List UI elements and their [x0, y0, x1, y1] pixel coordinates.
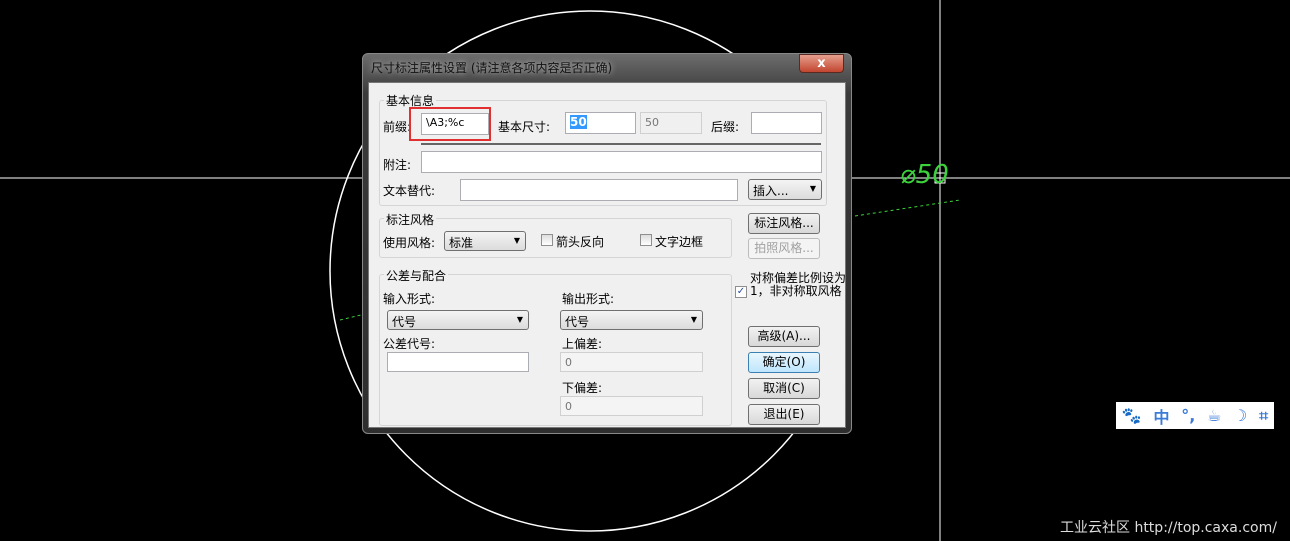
dimension-properties-dialog: 尺寸标注属性设置 (请注意各项内容是否正确) x 基本信息 前缀: \A3;%c…: [362, 53, 852, 434]
arrow-reverse-checkbox[interactable]: [541, 234, 553, 246]
base-size-label: 基本尺寸:: [498, 120, 551, 134]
chinese-mode-icon[interactable]: 中: [1153, 404, 1169, 428]
use-style-label: 使用风格:: [383, 236, 436, 250]
paw-icon[interactable]: 🐾: [1122, 406, 1142, 425]
text-border-label: 文字边框: [655, 235, 704, 249]
text-replace-label: 文本替代:: [383, 184, 436, 198]
input-form-select[interactable]: 代号: [387, 310, 529, 330]
exit-button[interactable]: 退出(E): [748, 404, 820, 425]
style-group-label: 标注风格: [384, 211, 437, 228]
insert-dropdown[interactable]: 插入...: [748, 179, 822, 200]
dialog-title: 尺寸标注属性设置 (请注意各项内容是否正确): [371, 61, 613, 75]
photo-style-button: 拍照风格...: [748, 238, 820, 259]
note-input[interactable]: [421, 151, 822, 173]
use-style-select[interactable]: 标准: [444, 231, 526, 251]
dimension-text: ⌀50: [900, 160, 949, 190]
highlight-box: [409, 107, 491, 141]
punctuation-icon[interactable]: °,: [1181, 406, 1195, 425]
text-replace-input[interactable]: [460, 179, 738, 201]
prefix-label: 前缀:: [383, 120, 412, 134]
arrow-reverse-label: 箭头反向: [556, 235, 605, 249]
symmetric-label: 对称偏差比例设为1，非对称取风格: [750, 271, 847, 298]
symmetric-checkbox[interactable]: ✓: [735, 286, 747, 298]
upper-deviation-input[interactable]: 0: [560, 352, 703, 372]
input-form-label: 输入形式:: [383, 292, 436, 306]
lower-deviation-input[interactable]: 0: [560, 396, 703, 416]
output-form-label: 输出形式:: [562, 292, 615, 306]
cancel-button[interactable]: 取消(C): [748, 378, 820, 399]
watermark: 工业云社区 http://top.caxa.com/: [1060, 520, 1277, 536]
ok-button[interactable]: 确定(O): [748, 352, 820, 373]
base-size-readonly: 50: [640, 112, 702, 134]
separator: [421, 143, 821, 145]
base-size-input[interactable]: 50: [565, 112, 636, 134]
base-size-value: 50: [570, 115, 587, 129]
dialog-body: 基本信息 前缀: \A3;%c 基本尺寸: 50 50 后缀: 附注: 文本替代…: [368, 82, 846, 428]
dim-style-button[interactable]: 标注风格...: [748, 213, 820, 234]
suffix-input[interactable]: [751, 112, 822, 134]
advanced-button[interactable]: 高级(A)...: [748, 326, 820, 347]
upper-deviation-label: 上偏差:: [562, 337, 603, 351]
tolerance-code-label: 公差代号:: [383, 337, 436, 351]
ime-toolbar[interactable]: 🐾 中 °, ☕ ☽ ⌗: [1116, 402, 1274, 429]
toolbox-icon[interactable]: ⌗: [1259, 406, 1268, 426]
tolerance-code-input[interactable]: [387, 352, 529, 372]
suffix-label: 后缀:: [711, 120, 740, 134]
dimension-line: [854, 199, 961, 217]
note-label: 附注:: [383, 158, 412, 172]
cup-icon[interactable]: ☕: [1207, 406, 1221, 425]
moon-icon[interactable]: ☽: [1233, 406, 1247, 425]
output-form-select[interactable]: 代号: [560, 310, 703, 330]
lower-deviation-label: 下偏差:: [562, 381, 603, 395]
text-border-checkbox[interactable]: [640, 234, 652, 246]
tolerance-group-label: 公差与配合: [384, 267, 449, 284]
close-button[interactable]: x: [799, 54, 844, 73]
